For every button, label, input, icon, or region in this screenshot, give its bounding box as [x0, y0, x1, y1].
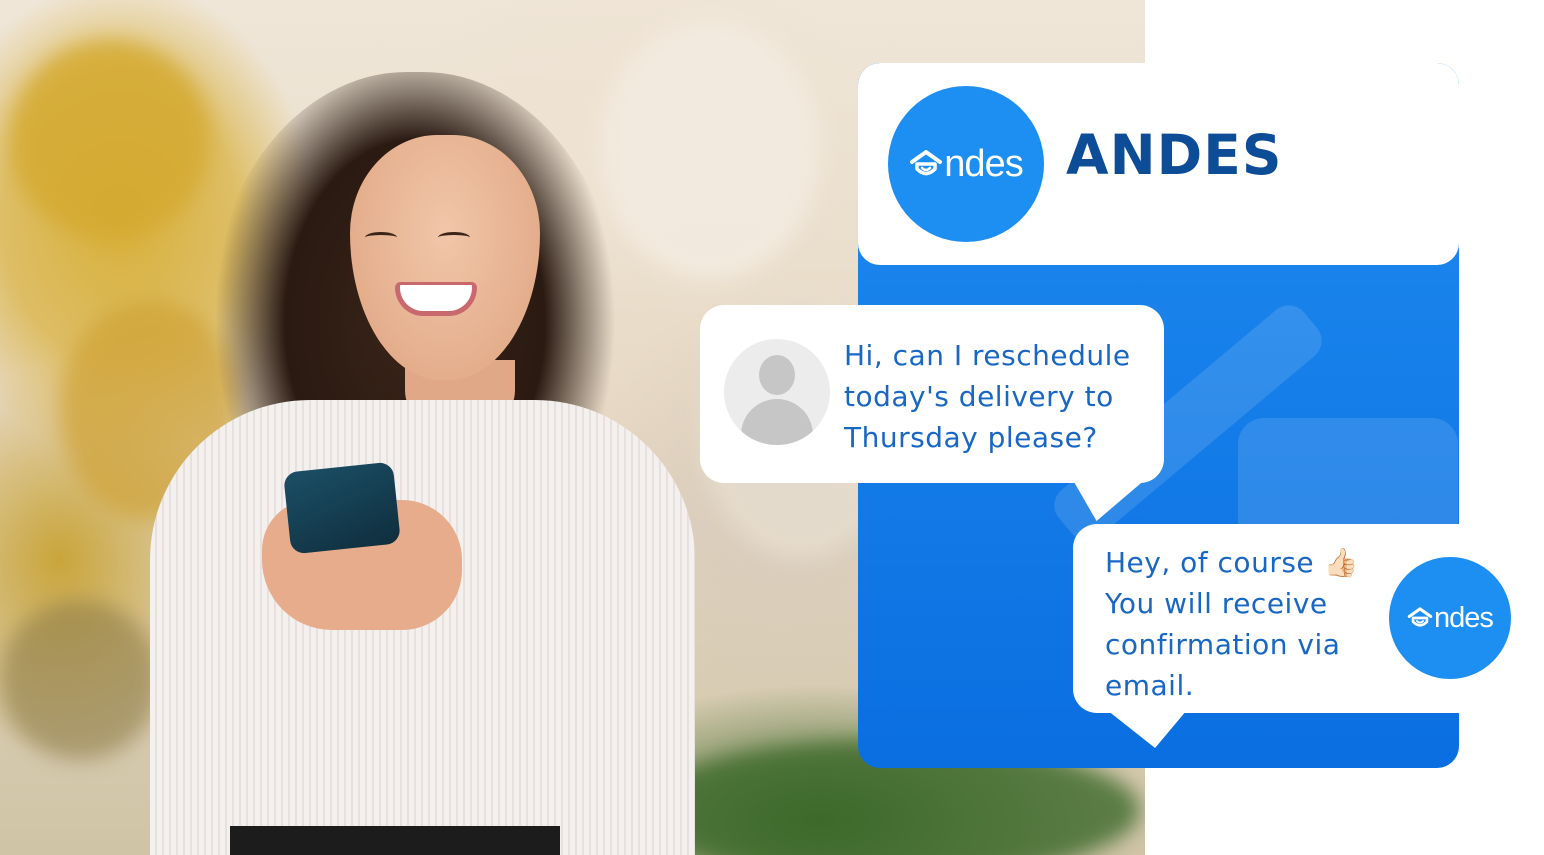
brand-logo: ndes [888, 86, 1044, 242]
user-silhouette-icon [759, 355, 795, 395]
woman-left-eye [365, 232, 397, 243]
user-silhouette-body [741, 399, 813, 445]
user-message-line: Thursday please? [844, 421, 1098, 454]
bot-logo-text: ndes [1434, 601, 1494, 634]
bot-message-line: email. [1105, 669, 1195, 702]
house-icon [910, 150, 943, 176]
bot-message-line: You will receive [1105, 587, 1328, 620]
bot-message-line: confirmation via [1105, 628, 1341, 661]
smartphone [283, 461, 401, 555]
user-message-bubble: Hi, can I reschedule today's delivery to… [700, 305, 1167, 521]
bot-message-line: Hey, of course 👍🏻 [1105, 546, 1359, 579]
bot-avatar-logo: ndes [1389, 557, 1511, 679]
house-icon [1407, 607, 1433, 627]
woman-sweater [150, 400, 695, 855]
brand-name: ANDES [1066, 123, 1283, 187]
woman-smile [395, 282, 477, 316]
chat-header: ndes ANDES [858, 63, 1459, 265]
user-message-line: today's delivery to [844, 380, 1114, 413]
woman-belt [230, 826, 560, 855]
bot-message-text: Hey, of course 👍🏻 You will receive confi… [1105, 542, 1405, 706]
woman-right-eye [438, 232, 470, 243]
user-message-line: Hi, can I reschedule [844, 339, 1131, 372]
user-avatar [724, 339, 830, 445]
user-message-text: Hi, can I reschedule today's delivery to… [844, 335, 1156, 458]
brand-logo-text: ndes [944, 142, 1023, 185]
bot-message-bubble: Hey, of course 👍🏻 You will receive confi… [1073, 524, 1543, 748]
